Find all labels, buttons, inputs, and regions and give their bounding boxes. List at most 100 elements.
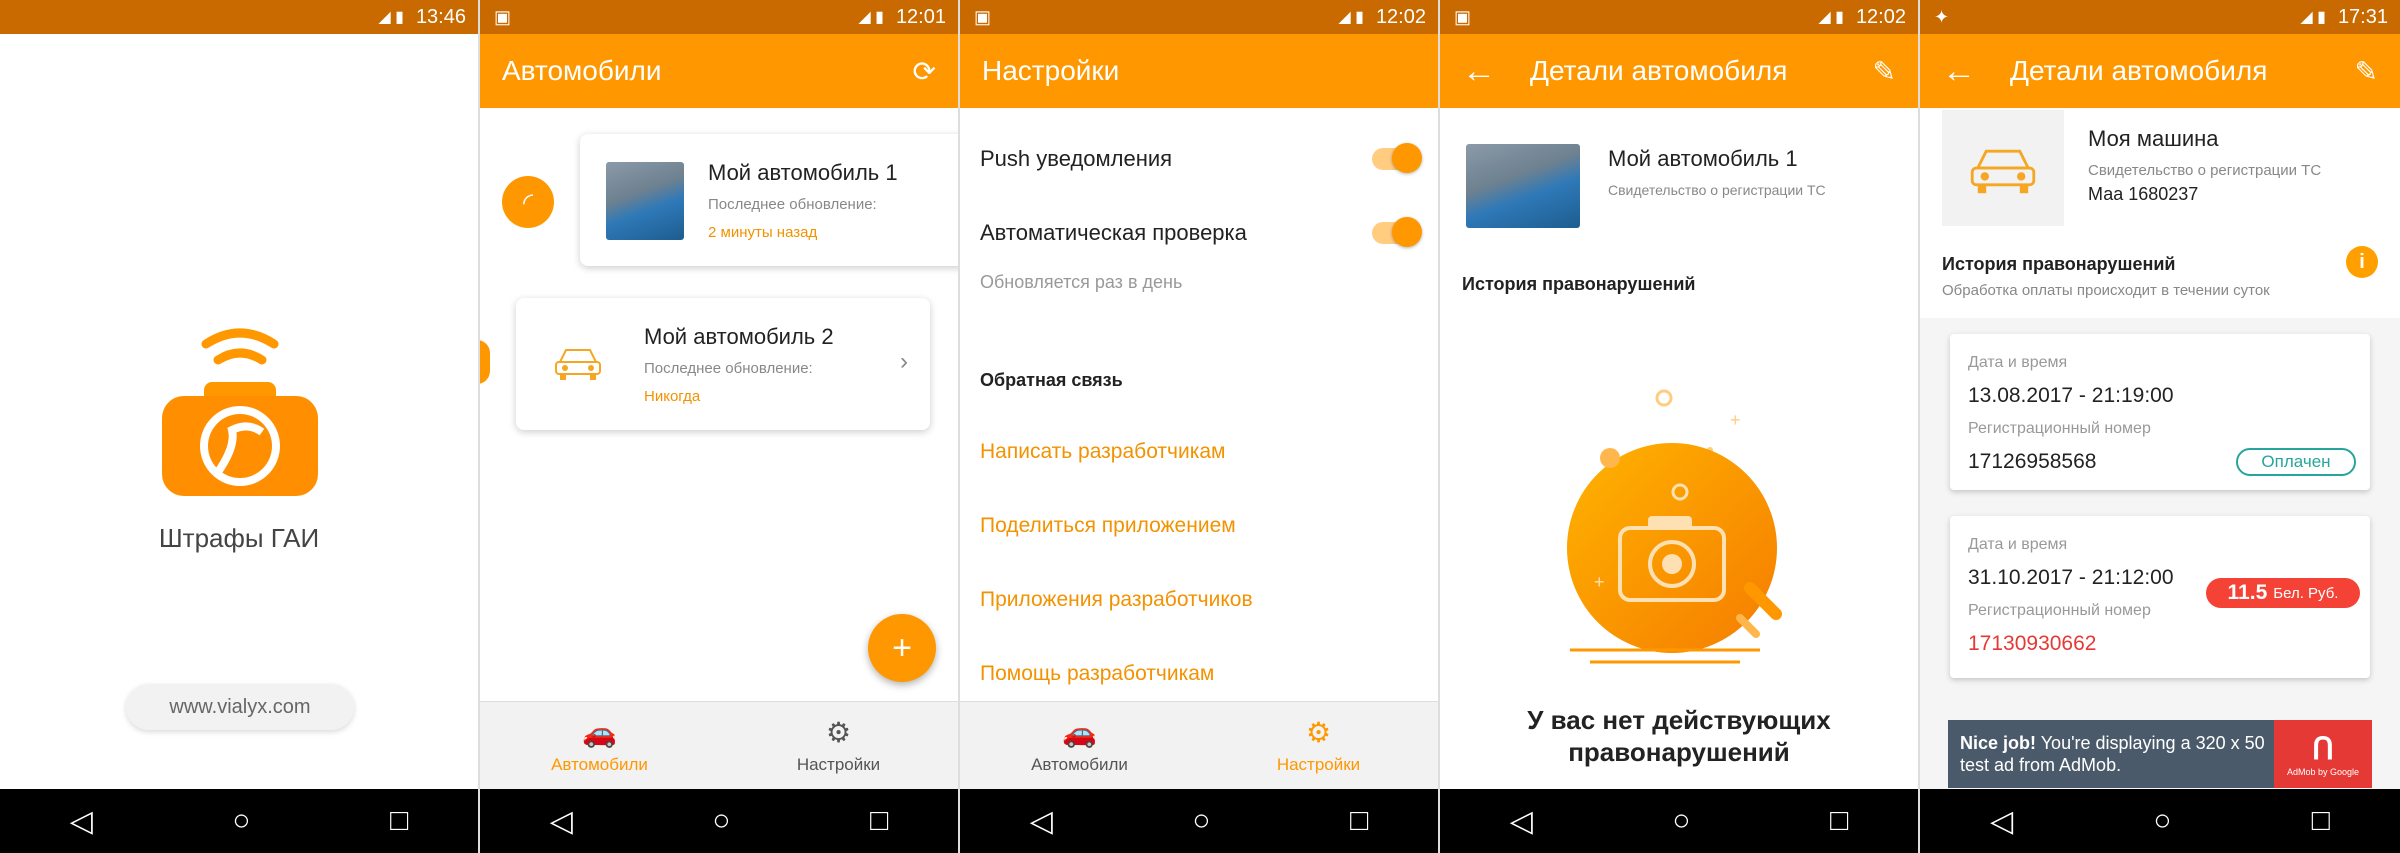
bottom-tab-bar: 🚗 Автомобили ⚙ Настройки <box>480 701 958 789</box>
car-reg-number: Маа 1680237 <box>2088 184 2199 204</box>
fine-currency: Бел. Руб. <box>2273 584 2339 602</box>
website-link[interactable]: www.vialyx.com <box>126 684 354 730</box>
status-bar: ▣ ◢ ▮ 12:01 <box>480 0 958 34</box>
recents-icon[interactable]: □ <box>870 804 888 838</box>
tab-label: Автомобили <box>1031 755 1128 774</box>
no-violations-text: У вас нет действующих правонарушений <box>1440 704 1918 768</box>
home-icon[interactable]: ○ <box>1192 804 1210 838</box>
tab-cars[interactable]: 🚗 Автомобили <box>960 702 1199 789</box>
paid-status-badge: Оплачен <box>2236 448 2356 476</box>
tab-label: Автомобили <box>551 755 648 774</box>
recents-icon[interactable]: □ <box>390 804 408 838</box>
history-title: История правонарушений <box>1462 274 1696 294</box>
back-icon[interactable]: ◁ <box>1510 804 1533 839</box>
write-developers-link[interactable]: Написать разработчикам <box>980 440 1225 464</box>
car-card[interactable]: Мой автомобиль 1 Последнее обновление: 2… <box>580 134 958 266</box>
status-bar: ◢ ▮ 13:46 <box>0 0 478 34</box>
car-updated-value: 2 минуты назад <box>708 224 818 241</box>
status-time: 17:31 <box>2337 5 2388 28</box>
car-name: Моя машина <box>2088 126 2219 151</box>
recents-icon[interactable]: □ <box>1830 804 1848 838</box>
admob-by-text: AdMob by Google <box>2286 766 2360 777</box>
loading-spinner-icon: ◜ <box>502 176 554 228</box>
no-violations-line-2: правонарушений <box>1568 737 1790 767</box>
home-icon[interactable]: ○ <box>1672 804 1690 838</box>
recents-icon[interactable]: □ <box>1350 804 1368 838</box>
developer-apps-link[interactable]: Приложения разработчиков <box>980 588 1253 612</box>
page-title: Детали автомобиля <box>2010 55 2268 86</box>
refresh-icon[interactable]: ⟳ <box>913 55 936 88</box>
back-icon[interactable]: ◁ <box>550 804 573 839</box>
signal-icon: ◢ ▮ <box>1818 9 1844 26</box>
back-arrow-icon[interactable]: ← <box>1942 52 1976 91</box>
fine-reg-number: 17130930662 <box>1968 632 2097 655</box>
tab-cars[interactable]: 🚗 Автомобили <box>480 702 719 789</box>
car-details-fines-screen: ✦ ◢ ▮ 17:31 ← Детали автомобиля ✎ Моя ма… <box>1920 0 2400 853</box>
app-bar: ← Детали автомобиля ✎ <box>1920 34 2400 108</box>
history-subtitle: Обработка оплаты происходит в течении су… <box>1942 282 2270 299</box>
app-logo-camera-icon <box>162 328 318 496</box>
home-icon[interactable]: ○ <box>712 804 730 838</box>
help-developers-link[interactable]: Помощь разработчикам <box>980 662 1214 686</box>
ad-text: Nice job! You're displaying a 320 x 50 t… <box>1960 732 2280 776</box>
push-notifications-toggle[interactable] <box>1372 143 1422 173</box>
gear-icon: ⚙ <box>1305 717 1332 748</box>
back-icon[interactable]: ◁ <box>70 804 93 839</box>
cars-screen: ▣ ◢ ▮ 12:01 Автомобили ⟳ ◜ Мой автомобил… <box>480 0 960 853</box>
twitter-notification-icon: ✦ <box>1934 7 1950 27</box>
signal-icon: ◢ ▮ <box>1338 9 1364 26</box>
screens-strip: ◢ ▮ 13:46 Штрафы ГАИ www.vialyx.com ◁ ○ … <box>0 0 2400 853</box>
image-notification-icon: ▣ <box>1454 7 1472 27</box>
recents-icon[interactable]: □ <box>2312 804 2330 838</box>
back-icon[interactable]: ◁ <box>1990 804 2013 839</box>
push-notifications-label: Push уведомления <box>980 146 1173 171</box>
system-nav-bar: ◁ ○ □ <box>1440 789 1918 853</box>
car-updated-value: Никогда <box>644 388 701 405</box>
admob-test-banner[interactable]: Nice job! You're displaying a 320 x 50 t… <box>1948 720 2372 788</box>
add-car-button[interactable]: + <box>868 614 936 682</box>
image-notification-icon: ▣ <box>494 7 512 27</box>
fine-card-paid[interactable]: Дата и время 13.08.2017 - 21:19:00 Регис… <box>1950 334 2370 490</box>
car-name: Мой автомобиль 1 <box>708 160 898 185</box>
status-bar: ✦ ◢ ▮ 17:31 <box>1920 0 2400 34</box>
system-nav-bar: ◁ ○ □ <box>0 789 478 853</box>
ad-bold-text: Nice job! <box>1960 733 2037 753</box>
car-name: Мой автомобиль 1 <box>1608 146 1798 171</box>
reg-number-label: Регистрационный номер <box>1968 602 2151 619</box>
car-image-placeholder <box>1942 110 2064 226</box>
car-icon <box>1970 149 2036 194</box>
edit-pencil-icon[interactable]: ✎ <box>1873 55 1896 88</box>
auto-check-toggle[interactable] <box>1372 217 1422 247</box>
car-card[interactable]: Мой автомобиль 2 Последнее обновление: Н… <box>516 298 930 430</box>
history-title: История правонарушений <box>1942 254 2176 274</box>
date-label: Дата и время <box>1968 536 2068 553</box>
system-nav-bar: ◁ ○ □ <box>960 789 1438 853</box>
feedback-section-title: Обратная связь <box>980 370 1123 390</box>
tab-settings[interactable]: ⚙ Настройки <box>719 702 958 789</box>
signal-icon: ◢ ▮ <box>2300 9 2326 26</box>
status-time: 12:01 <box>895 5 946 28</box>
swipe-indicator <box>480 340 490 384</box>
back-icon[interactable]: ◁ <box>1030 804 1053 839</box>
car-updated-label: Последнее обновление: <box>708 196 877 213</box>
home-icon[interactable]: ○ <box>232 804 250 838</box>
edit-pencil-icon[interactable]: ✎ <box>2355 55 2378 88</box>
car-subtitle: Свидетельство о регистрации ТС <box>1608 182 1826 198</box>
fine-amount: 11.5 <box>2227 581 2268 604</box>
fine-card-unpaid[interactable]: Дата и время 31.10.2017 - 21:12:00 Регис… <box>1950 516 2370 678</box>
back-arrow-icon[interactable]: ← <box>1462 52 1496 91</box>
fine-date: 13.08.2017 - 21:19:00 <box>1968 384 2174 407</box>
tab-settings[interactable]: ⚙ Настройки <box>1199 702 1438 789</box>
share-app-link[interactable]: Поделиться приложением <box>980 514 1236 538</box>
status-time: 12:02 <box>1855 5 1906 28</box>
status-bar: ▣ ◢ ▮ 12:02 <box>960 0 1438 34</box>
page-title: Настройки <box>982 55 1120 86</box>
svg-text:+: + <box>1730 410 1741 430</box>
car-photo <box>1466 144 1580 228</box>
car-icon <box>555 349 601 380</box>
car-updated-label: Последнее обновление: <box>644 360 813 377</box>
bottom-tab-bar: 🚗 Автомобили ⚙ Настройки <box>960 701 1438 789</box>
info-icon[interactable]: i <box>2346 246 2378 278</box>
car-details-empty-screen: ▣ ◢ ▮ 12:02 ← Детали автомобиля ✎ Мой ав… <box>1440 0 1920 853</box>
home-icon[interactable]: ○ <box>2153 804 2171 838</box>
